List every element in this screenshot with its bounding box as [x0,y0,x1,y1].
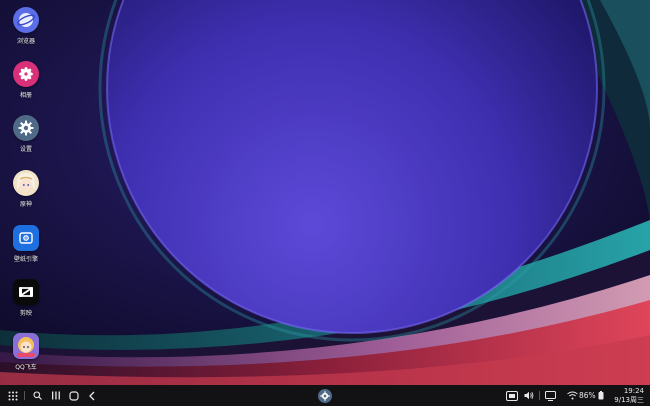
desktop-app-wallpaper-engine[interactable]: 壁纸引擎 [2,225,50,279]
desktop-app-browser[interactable]: 浏览器 [2,7,50,61]
screenshot-icon [506,390,518,401]
browser-icon [13,7,39,33]
app-label: 原神 [19,201,32,208]
wifi-status[interactable] [566,385,578,406]
taskbar-app-settings[interactable] [317,385,333,406]
battery-icon [598,391,604,400]
apps-grid-button[interactable] [6,385,20,406]
desktop-app-gallery[interactable]: 相册 [2,61,50,115]
taskbar: 86% 19:24 9/13周三 [0,385,650,406]
settings-icon [13,115,39,141]
genshin-icon [13,170,39,196]
capcut-icon [13,279,39,305]
app-label: QQ飞车 [15,364,37,371]
clock-date: 9/13周三 [614,395,644,404]
app-label: 剪映 [19,310,32,317]
app-label: 壁纸引擎 [13,256,38,263]
home-button[interactable] [68,385,80,406]
battery-status[interactable]: 86% [579,385,605,406]
screen-share-button[interactable] [543,385,557,406]
search-button[interactable] [31,385,43,406]
recents-icon [52,391,60,400]
app-label: 设置 [19,146,32,153]
battery-percentage: 86% [579,391,596,400]
desktop-app-settings[interactable]: 设置 [2,115,50,169]
qq-speed-icon [13,333,39,359]
desktop-app-genshin[interactable]: 原神 [2,170,50,224]
apps-grid-icon [8,391,18,400]
screen-share-icon [544,390,556,401]
home-icon [69,390,79,401]
clock-time: 19:24 [623,386,644,395]
desktop-app-list: 浏览器 相册 设置 原神 壁纸引擎 剪映 QQ飞车 [0,0,52,385]
taskbar-divider [24,391,25,400]
gallery-icon [13,61,39,87]
search-icon [32,391,42,400]
desktop-app-capcut[interactable]: 剪映 [2,279,50,333]
wallpaper-engine-icon [13,225,39,251]
wifi-icon [566,391,578,400]
screenshot-button[interactable] [504,385,520,406]
clock[interactable]: 19:24 9/13周三 [610,385,644,406]
app-label: 相册 [19,92,32,99]
settings-icon [318,388,332,403]
back-button[interactable] [86,385,98,406]
volume-button[interactable] [523,385,535,406]
desktop-wallpaper [0,0,650,385]
recents-button[interactable] [50,385,62,406]
app-label: 浏览器 [16,38,35,45]
desktop-app-qq-speed[interactable]: QQ飞车 [2,333,50,387]
taskbar-divider [539,391,540,400]
back-icon [89,391,95,400]
volume-icon [524,391,534,400]
